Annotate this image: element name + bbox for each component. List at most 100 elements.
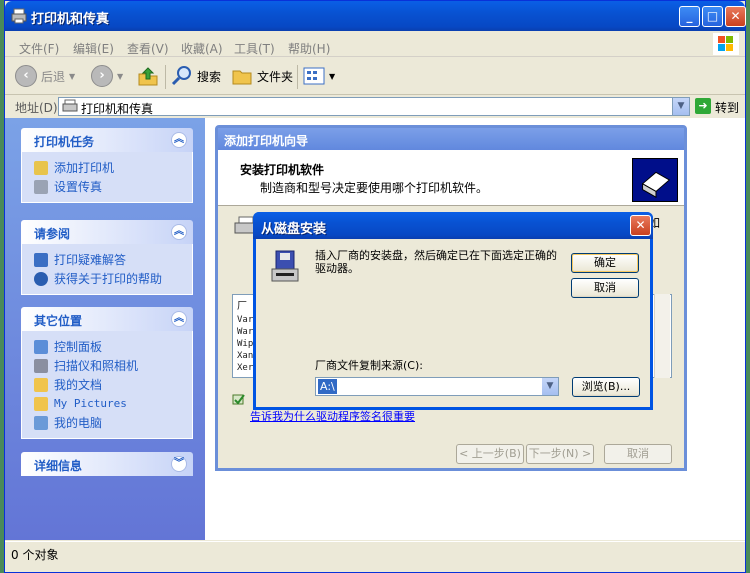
wizard-subheading: 制造商和型号决定要使用哪个打印机软件。 xyxy=(260,181,489,195)
place-my-pictures[interactable]: My Pictures xyxy=(34,394,192,413)
list-scrollbar[interactable] xyxy=(654,294,670,378)
toolbar: ‹ 后退 ▼ › ▼ 搜索 文件夹 ▼ xyxy=(5,57,745,95)
menu-favorites[interactable]: 收藏(A) xyxy=(181,40,223,57)
fax-icon xyxy=(34,179,48,194)
task-label: 添加打印机 xyxy=(54,161,115,175)
task-add-printer[interactable]: 添加打印机 xyxy=(34,158,192,177)
forward-dropdown-icon: ▼ xyxy=(117,71,124,81)
scanner-icon xyxy=(34,358,48,373)
browse-button[interactable]: 浏览(B)... xyxy=(572,377,640,397)
place-label: 扫描仪和照相机 xyxy=(54,359,139,373)
menu-help[interactable]: 帮助(H) xyxy=(288,40,330,57)
address-bar: 地址(D) 打印机和传真 ▼ ➜ 转到 xyxy=(5,95,745,117)
help-book-icon xyxy=(34,252,48,267)
list-item[interactable]: Xer xyxy=(237,363,253,373)
collapse-icon[interactable]: ︽ xyxy=(171,311,187,327)
link-label: 获得关于打印的帮助 xyxy=(54,272,163,286)
close-button[interactable]: ✕ xyxy=(725,6,746,27)
status-text: 0 个对象 xyxy=(11,548,59,562)
menu-edit[interactable]: 编辑(E) xyxy=(73,40,114,57)
back-button[interactable]: ‹ 后退 ▼ xyxy=(15,61,75,91)
add-printer-icon xyxy=(34,160,48,175)
printer-icon xyxy=(11,8,27,24)
other-places-header[interactable]: 其它位置 ︽ xyxy=(21,307,193,331)
go-button[interactable]: 转到 xyxy=(715,99,739,116)
wizard-next-button[interactable]: 下一步(N) > xyxy=(526,444,594,464)
place-my-documents[interactable]: 我的文档 xyxy=(34,375,192,394)
menu-tools[interactable]: 工具(T) xyxy=(234,40,275,57)
task-pane: 打印机任务 ︽ 添加打印机 设置传真 请参阅 ︽ 打印疑难解答 获得关于打印的帮… xyxy=(5,118,205,540)
status-bar: 0 个对象 xyxy=(5,541,745,563)
chevron-down-icon[interactable]: ▼ xyxy=(542,378,558,395)
wizard-back-button[interactable]: < 上一步(B) xyxy=(456,444,524,464)
driver-signing-link[interactable]: 告诉我为什么驱动程序签名很重要 xyxy=(250,408,415,424)
menu-file[interactable]: 文件(F) xyxy=(19,40,59,57)
expand-icon[interactable]: ︾ xyxy=(171,456,187,472)
signed-driver-icon xyxy=(232,394,245,405)
source-label: 厂商文件复制来源(C): xyxy=(315,359,423,372)
pictures-folder-icon xyxy=(34,396,48,411)
wizard-title-bar[interactable]: 添加打印机向导 xyxy=(218,128,684,150)
control-panel-icon xyxy=(34,339,48,354)
dialog-message: 插入厂商的安装盘，然后确定已在下面选定正确的驱动器。 xyxy=(315,249,557,275)
see-also-title: 请参阅 xyxy=(34,227,71,241)
list-item[interactable]: War xyxy=(237,327,253,337)
printer-tasks-header[interactable]: 打印机任务 ︽ xyxy=(21,128,193,152)
address-input[interactable]: 打印机和传真 ▼ xyxy=(58,97,690,116)
place-scanners-cameras[interactable]: 扫描仪和照相机 xyxy=(34,356,192,375)
list-header: 厂 xyxy=(237,301,247,312)
wizard-title: 添加打印机向导 xyxy=(224,134,309,148)
see-also-panel: 请参阅 ︽ 打印疑难解答 获得关于打印的帮助 xyxy=(21,220,193,295)
other-places-panel: 其它位置 ︽ 控制面板 扫描仪和照相机 我的文档 My Pictures 我的电… xyxy=(21,307,193,439)
list-item[interactable]: Wip xyxy=(237,339,253,349)
address-dropdown-icon[interactable]: ▼ xyxy=(672,98,689,115)
link-print-troubleshoot[interactable]: 打印疑难解答 xyxy=(34,250,192,269)
disk-install-icon xyxy=(271,250,299,282)
dialog-cancel-button[interactable]: 取消 xyxy=(571,278,639,298)
up-folder-icon xyxy=(138,67,158,86)
place-label: My Pictures xyxy=(54,397,127,410)
maximize-button[interactable]: □ xyxy=(702,6,723,27)
dialog-title-bar[interactable]: 从磁盘安装 ✕ xyxy=(253,212,653,239)
dialog-title: 从磁盘安装 xyxy=(261,222,327,237)
computer-icon xyxy=(34,415,48,430)
forward-button[interactable]: › ▼ xyxy=(91,61,123,91)
printer-tasks-panel: 打印机任务 ︽ 添加打印机 设置传真 xyxy=(21,128,193,203)
see-also-header[interactable]: 请参阅 ︽ xyxy=(21,220,193,244)
menu-view[interactable]: 查看(V) xyxy=(127,40,169,57)
explorer-window: 打印机和传真 _ □ ✕ 文件(F) 编辑(E) 查看(V) 收藏(A) 工具(… xyxy=(4,0,746,573)
task-setup-fax[interactable]: 设置传真 xyxy=(34,177,192,196)
source-path-combo[interactable]: A:\ ▼ xyxy=(315,377,559,396)
list-item[interactable]: Var xyxy=(237,315,253,325)
printer-tasks-title: 打印机任务 xyxy=(34,135,95,149)
views-button[interactable]: ▼ xyxy=(303,61,335,91)
place-label: 我的电脑 xyxy=(54,416,103,430)
details-header[interactable]: 详细信息 ︾ xyxy=(21,452,193,476)
window-title: 打印机和传真 xyxy=(31,12,110,27)
search-button[interactable]: 搜索 xyxy=(171,61,221,91)
place-my-computer[interactable]: 我的电脑 xyxy=(34,413,192,432)
toolbar-separator xyxy=(297,65,298,89)
source-path-value: A:\ xyxy=(318,379,337,394)
up-button[interactable] xyxy=(137,61,159,91)
collapse-icon[interactable]: ︽ xyxy=(171,132,187,148)
folders-button[interactable]: 文件夹 xyxy=(231,61,293,91)
go-arrow-icon[interactable]: ➜ xyxy=(695,98,711,114)
details-title: 详细信息 xyxy=(34,459,83,473)
forward-arrow-icon: › xyxy=(91,65,113,87)
views-dropdown-icon: ▼ xyxy=(329,71,336,81)
link-label: 打印疑难解答 xyxy=(54,253,127,267)
link-print-help[interactable]: 获得关于打印的帮助 xyxy=(34,269,192,288)
other-places-title: 其它位置 xyxy=(34,314,83,328)
dialog-close-button[interactable]: ✕ xyxy=(630,215,651,236)
back-arrow-icon: ‹ xyxy=(15,65,37,87)
place-control-panel[interactable]: 控制面板 xyxy=(34,337,192,356)
collapse-icon[interactable]: ︽ xyxy=(171,224,187,240)
task-label: 设置传真 xyxy=(54,180,103,194)
title-bar[interactable]: 打印机和传真 _ □ ✕ xyxy=(5,1,746,31)
list-item[interactable]: Xan xyxy=(237,351,253,361)
menu-bar: 文件(F) 编辑(E) 查看(V) 收藏(A) 工具(T) 帮助(H) xyxy=(5,31,745,57)
dialog-ok-button[interactable]: 确定 xyxy=(571,253,639,273)
minimize-button[interactable]: _ xyxy=(679,6,700,27)
wizard-cancel-button[interactable]: 取消 xyxy=(604,444,672,464)
